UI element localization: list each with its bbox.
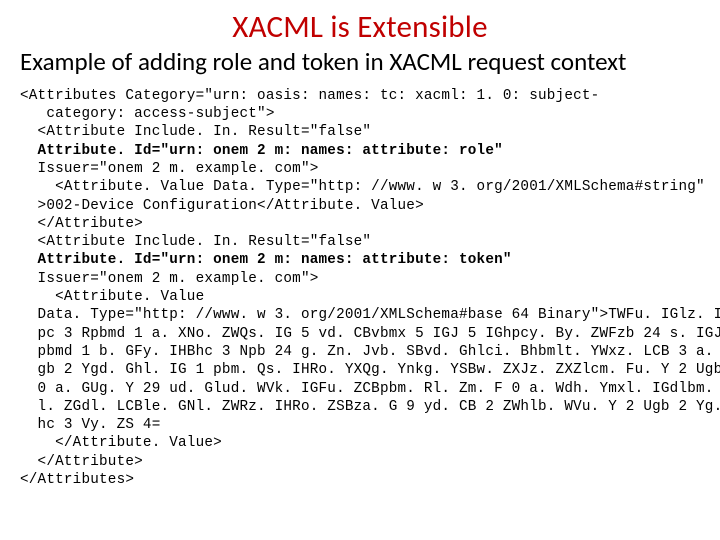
code-line: <Attribute. Value bbox=[20, 289, 204, 305]
code-line: </Attribute> bbox=[20, 454, 143, 470]
slide-subtitle: Example of adding role and token in XACM… bbox=[20, 48, 700, 77]
code-line-bold: Attribute. Id="urn: onem 2 m: names: att… bbox=[20, 143, 503, 159]
code-line: Issuer="onem 2 m. example. com"> bbox=[20, 161, 319, 177]
code-line: </Attributes> bbox=[20, 472, 134, 488]
code-line: pc 3 Rpbmd 1 a. XNo. ZWQs. IG 5 vd. CBvb… bbox=[20, 326, 720, 342]
code-line: <Attribute Include. In. Result="false" bbox=[20, 234, 371, 250]
code-line: gb 2 Ygd. Ghl. IG 1 pbm. Qs. IHRo. YXQg.… bbox=[20, 362, 720, 378]
code-line: Issuer="onem 2 m. example. com"> bbox=[20, 271, 319, 287]
code-line: 0 a. GUg. Y 29 ud. Glud. WVk. IGFu. ZCBp… bbox=[20, 381, 720, 397]
code-line: category: access-subject"> bbox=[20, 106, 275, 122]
code-line: <Attributes Category="urn: oasis: names:… bbox=[20, 88, 599, 104]
code-line: <Attribute. Value Data. Type="http: //ww… bbox=[20, 179, 705, 195]
code-line: l. ZGdl. LCBle. GNl. ZWRz. IHRo. ZSBza. … bbox=[20, 399, 720, 415]
code-block: <Attributes Category="urn: oasis: names:… bbox=[20, 87, 700, 490]
code-line: </Attribute> bbox=[20, 216, 143, 232]
code-line: >002-Device Configuration</Attribute. Va… bbox=[20, 198, 424, 214]
code-line: </Attribute. Value> bbox=[20, 435, 222, 451]
code-line: hc 3 Vy. ZS 4= bbox=[20, 417, 160, 433]
slide: XACML is Extensible Example of adding ro… bbox=[0, 0, 720, 540]
code-line: Data. Type="http: //www. w 3. org/2001/X… bbox=[20, 307, 720, 323]
code-line: <Attribute Include. In. Result="false" bbox=[20, 124, 371, 140]
code-line: pbmd 1 b. GFy. IHBhc 3 Npb 24 g. Zn. Jvb… bbox=[20, 344, 720, 360]
code-line-bold: Attribute. Id="urn: onem 2 m: names: att… bbox=[20, 252, 512, 268]
slide-title: XACML is Extensible bbox=[20, 8, 700, 46]
